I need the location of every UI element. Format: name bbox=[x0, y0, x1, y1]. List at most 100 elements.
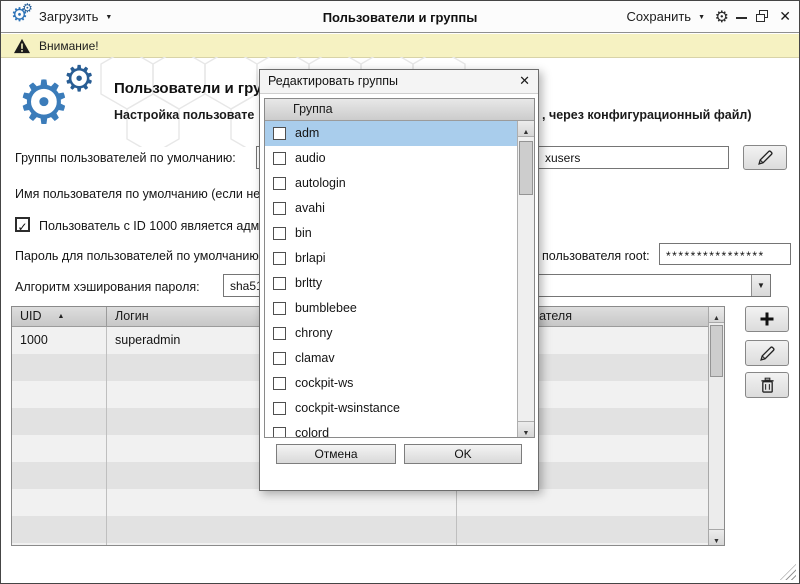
gear-icon: ⚙ bbox=[63, 61, 95, 97]
admin-id-checkbox-label: Пользователь с ID 1000 является адм bbox=[39, 219, 259, 233]
table-cell bbox=[12, 516, 107, 543]
settings-gear-button[interactable]: ⚙ bbox=[715, 7, 729, 27]
chevron-down-icon: ▼ bbox=[757, 281, 765, 290]
group-name-label: autologin bbox=[295, 171, 346, 196]
page-subtitle-right: , через конфигурационный файл) bbox=[542, 108, 752, 122]
group-checkbox[interactable] bbox=[273, 152, 286, 165]
cancel-button[interactable]: Отмена bbox=[276, 444, 396, 464]
scroll-down-icon: ▼ bbox=[523, 430, 530, 437]
group-row[interactable]: avahi bbox=[265, 196, 517, 221]
add-user-button[interactable] bbox=[745, 306, 789, 332]
scroll-up-button[interactable]: ▲ bbox=[709, 307, 724, 323]
scrollbar-thumb[interactable] bbox=[710, 325, 723, 377]
dialog-close-button[interactable]: ✕ bbox=[519, 73, 530, 89]
admin-id-checkbox[interactable]: ✓ bbox=[15, 217, 30, 232]
minimize-button[interactable] bbox=[736, 8, 749, 26]
plus-icon bbox=[759, 311, 775, 327]
groups-listbox: Группа admaudioautologinavahibinbrlapibr… bbox=[264, 98, 535, 438]
pencil-icon bbox=[757, 149, 774, 166]
group-row[interactable]: autologin bbox=[265, 171, 517, 196]
group-name-label: brltty bbox=[295, 271, 322, 296]
group-checkbox[interactable] bbox=[273, 227, 286, 240]
column-header-login-label: Логин bbox=[115, 309, 149, 323]
check-icon: ✓ bbox=[17, 220, 27, 234]
cell-uid: 1000 bbox=[12, 327, 107, 354]
table-cell bbox=[12, 489, 107, 516]
resize-grip[interactable] bbox=[780, 564, 796, 580]
group-row[interactable]: brlapi bbox=[265, 246, 517, 271]
default-groups-label: Группы пользователей по умолчанию: bbox=[15, 151, 236, 165]
restore-icon bbox=[756, 14, 765, 22]
group-row[interactable]: bin bbox=[265, 221, 517, 246]
group-checkbox[interactable] bbox=[273, 202, 286, 215]
group-name-label: bumblebee bbox=[295, 296, 357, 321]
group-checkbox[interactable] bbox=[273, 327, 286, 340]
group-checkbox[interactable] bbox=[273, 302, 286, 315]
group-row[interactable]: cockpit-wsinstance bbox=[265, 396, 517, 421]
scroll-up-icon: ▲ bbox=[523, 129, 530, 136]
edit-groups-dialog: Редактировать группы ✕ Группа admaudioau… bbox=[259, 69, 539, 491]
group-checkbox[interactable] bbox=[273, 402, 286, 415]
edit-user-button[interactable] bbox=[745, 340, 789, 366]
root-password-input[interactable]: **************** bbox=[659, 243, 791, 265]
group-checkbox[interactable] bbox=[273, 177, 286, 190]
save-menu-label: Сохранить bbox=[626, 9, 691, 24]
group-checkbox[interactable] bbox=[273, 427, 286, 437]
scroll-up-button[interactable]: ▲ bbox=[518, 121, 534, 137]
table-cell bbox=[12, 435, 107, 462]
root-password-label: пользователя root: bbox=[542, 249, 650, 263]
ok-button[interactable]: OK bbox=[404, 444, 522, 464]
group-name-label: cockpit-ws bbox=[295, 371, 353, 396]
scroll-down-icon: ▼ bbox=[713, 538, 720, 545]
close-button[interactable]: ✕ bbox=[779, 8, 791, 25]
edit-groups-button[interactable] bbox=[743, 145, 787, 170]
titlebar: ⚙ ⚙ Загрузить▼ Пользователи и группы Сох… bbox=[1, 1, 799, 33]
table-cell bbox=[12, 381, 107, 408]
group-checkbox[interactable] bbox=[273, 127, 286, 140]
group-row[interactable]: bumblebee bbox=[265, 296, 517, 321]
warning-icon bbox=[13, 38, 31, 54]
table-cell bbox=[107, 543, 457, 546]
group-checkbox[interactable] bbox=[273, 377, 286, 390]
group-name-label: clamav bbox=[295, 346, 335, 371]
dialog-scrollbar[interactable]: ▲ ▼ bbox=[517, 121, 534, 437]
column-header-uid[interactable]: UID▲ bbox=[12, 307, 107, 326]
group-row[interactable]: adm bbox=[265, 121, 517, 146]
dialog-title: Редактировать группы bbox=[268, 74, 398, 88]
table-cell bbox=[457, 543, 710, 546]
save-menu-button[interactable]: Сохранить ▼ bbox=[626, 9, 705, 24]
table-scrollbar[interactable]: ▲ ▼ bbox=[708, 307, 724, 545]
table-row-empty bbox=[12, 489, 710, 516]
group-list: admaudioautologinavahibinbrlapibrlttybum… bbox=[265, 121, 517, 437]
combo-dropdown-button[interactable]: ▼ bbox=[751, 275, 770, 296]
default-username-label: Имя пользователя по умолчанию (если нет bbox=[15, 187, 266, 201]
table-row-empty bbox=[12, 543, 710, 546]
group-row[interactable]: clamav bbox=[265, 346, 517, 371]
group-name-label: chrony bbox=[295, 321, 333, 346]
group-name-label: avahi bbox=[295, 196, 325, 221]
group-row[interactable]: cockpit-ws bbox=[265, 371, 517, 396]
scroll-down-button[interactable]: ▼ bbox=[709, 529, 724, 545]
chevron-down-icon: ▼ bbox=[698, 14, 705, 21]
scrollbar-thumb[interactable] bbox=[519, 141, 533, 195]
app-window: ⚙ ⚙ Загрузить▼ Пользователи и группы Сох… bbox=[0, 0, 800, 584]
table-cell bbox=[12, 408, 107, 435]
table-cell bbox=[457, 516, 710, 543]
group-checkbox[interactable] bbox=[273, 352, 286, 365]
scroll-down-button[interactable]: ▼ bbox=[518, 421, 534, 437]
page-subtitle-left: Настройка пользовате bbox=[114, 108, 254, 122]
group-checkbox[interactable] bbox=[273, 277, 286, 290]
group-checkbox[interactable] bbox=[273, 252, 286, 265]
group-column-header[interactable]: Группа bbox=[265, 99, 534, 121]
hash-algorithm-label: Алгоритм хэширования пароля: bbox=[15, 280, 200, 294]
default-password-label: Пароль для пользователей по умолчанию: bbox=[15, 249, 262, 263]
table-row-empty bbox=[12, 516, 710, 543]
delete-user-button[interactable] bbox=[745, 372, 789, 398]
group-row[interactable]: chrony bbox=[265, 321, 517, 346]
group-row[interactable]: brltty bbox=[265, 271, 517, 296]
group-name-label: adm bbox=[295, 121, 319, 146]
maximize-button[interactable] bbox=[756, 10, 770, 24]
group-row[interactable]: colord bbox=[265, 421, 517, 437]
group-row[interactable]: audio bbox=[265, 146, 517, 171]
sort-ascending-icon: ▲ bbox=[58, 313, 65, 320]
